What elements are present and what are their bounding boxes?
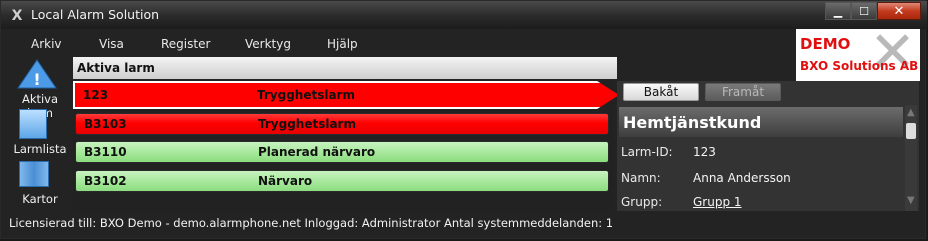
alarm-type: Närvaro [258,174,313,188]
detail-panel: Bakåt Framåt Hemtjänstkund ▲ ▼ Larm-ID: … [617,81,919,211]
title-bar: X Local Alarm Solution ▁ ☐ ✕ [1,1,927,29]
status-bar: Licensierad till: BXO Demo - demo.alarmp… [9,215,919,233]
alarm-id: B3110 [84,145,127,159]
alarm-type: Planerad närvaro [258,145,376,159]
sidebar-item-larmlista[interactable]: Larmlista [9,107,71,157]
sidebar-item-kartor[interactable]: Kartor [9,157,71,207]
app-logo-icon: X [11,8,23,24]
table-row[interactable]: B3103 Trygghetslarm [75,113,609,135]
alarm-id: B3102 [84,174,127,188]
window-controls: ▁ ☐ ✕ [825,2,921,21]
sidebar-item-label: Kartor [22,192,58,206]
detail-title-bar: Hemtjänstkund [619,107,903,137]
logo-x-mark: ✕ [869,29,916,81]
detail-title: Hemtjänstkund [623,113,762,132]
sidebar-item-label: Larmlista [13,142,67,156]
menu-verktyg[interactable]: Verktyg [245,37,291,51]
field-label-grupp: Grupp: [621,195,663,209]
panel-title: Aktiva larm [77,61,155,75]
maximize-button[interactable]: ☐ [851,2,877,20]
alarm-type: Trygghetslarm [257,88,355,102]
company-logo: ✕ DEMO BXO Solutions AB [796,29,920,81]
menu-arkiv[interactable]: Arkiv [31,37,62,51]
field-label-namn: Namn: [621,171,661,185]
alarm-type: Trygghetslarm [258,117,356,131]
menu-hjalp[interactable]: Hjälp [327,37,358,51]
window-title: Local Alarm Solution [31,7,160,22]
scroll-thumb[interactable] [906,123,916,139]
menu-visa[interactable]: Visa [99,37,124,51]
minimize-button[interactable]: ▁ [825,2,851,20]
sidebar-item-aktiva-larm[interactable]: ! Aktiva larm [9,57,71,120]
alarm-list: 123 Trygghetslarm B3103 Trygghetslarm B3… [73,81,619,211]
detail-scrollbar[interactable]: ▲ ▼ [905,105,917,211]
svg-text:!: ! [33,70,40,89]
status-text: Licensierad till: BXO Demo - demo.alarmp… [9,216,614,230]
group-link[interactable]: Grupp 1 [693,195,742,209]
logo-company-text: BXO Solutions AB [800,59,919,73]
sidebar: ! Aktiva larm Larmlista Kartor [9,57,71,209]
warning-triangle-icon: ! [17,59,57,89]
scroll-up-icon[interactable]: ▲ [907,107,915,118]
back-button[interactable]: Bakåt [623,83,699,101]
alarm-id: B3103 [84,117,127,131]
map-icon [19,161,49,187]
book-icon [19,109,47,139]
table-row[interactable]: B3102 Närvaro [75,170,609,192]
logo-demo-text: DEMO [800,35,851,53]
close-button[interactable]: ✕ [877,2,921,20]
alarm-id: 123 [83,88,109,102]
table-row-selected[interactable]: 123 Trygghetslarm [73,81,619,109]
field-value-namn: Anna Andersson [693,171,791,185]
alarms-panel-header: Aktiva larm [73,57,617,79]
field-label-larm-id: Larm-ID: [621,145,673,159]
menu-bar: Arkiv Visa Register Verktyg Hjälp [9,33,919,55]
field-value-larm-id: 123 [693,145,716,159]
table-row[interactable]: B3110 Planerad närvaro [75,141,609,163]
scroll-down-icon[interactable]: ▼ [907,195,915,206]
forward-button[interactable]: Framåt [705,83,781,101]
app-window: X Local Alarm Solution ▁ ☐ ✕ Arkiv Visa … [0,0,927,239]
menu-register[interactable]: Register [161,37,210,51]
